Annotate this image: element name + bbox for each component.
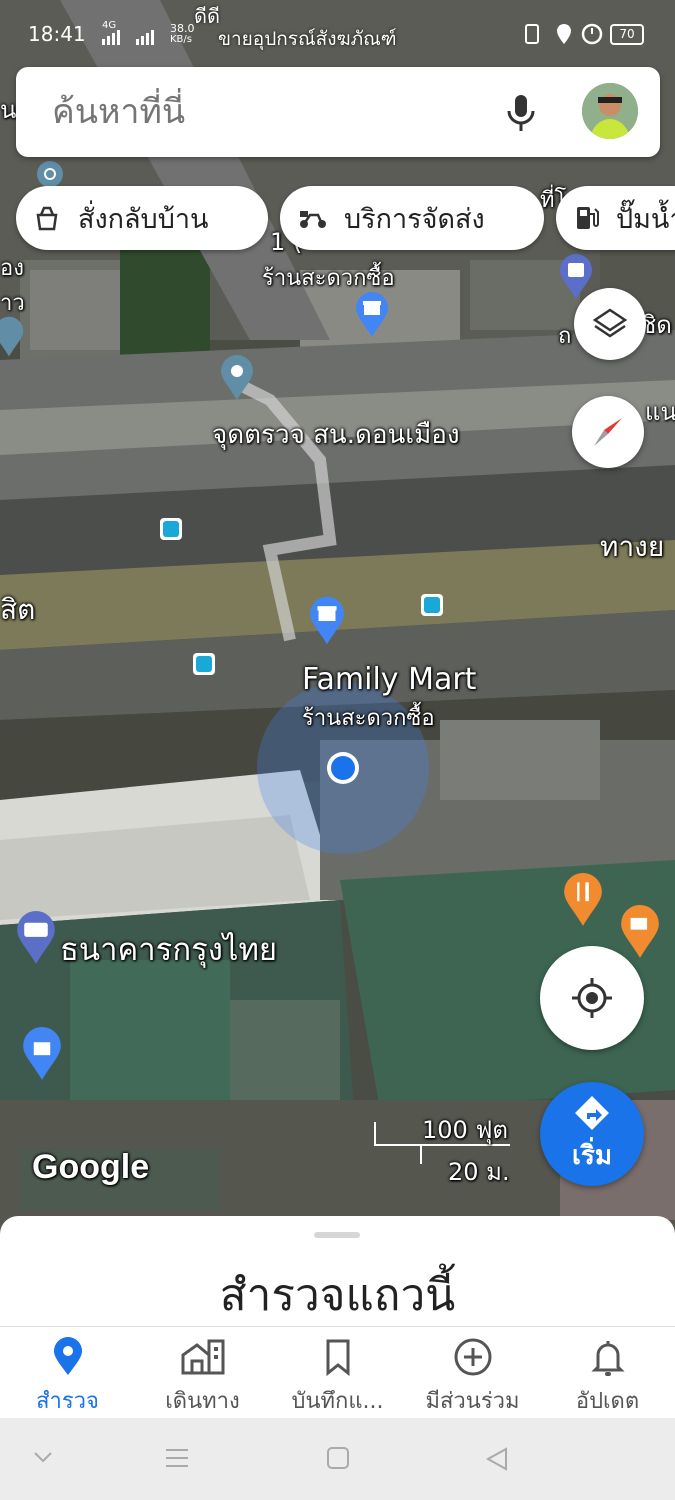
map-label-edge-right-2: แน: [645, 398, 675, 426]
bell-icon: [590, 1341, 625, 1376]
scale-label-feet: 100 ฟุต: [422, 1116, 509, 1144]
chip-gas-station-label: ปั๊มน้ำ: [616, 203, 675, 235]
cafe-pin-icon[interactable]: [620, 904, 660, 960]
home-icon[interactable]: [326, 1446, 350, 1470]
takeout-icon: [36, 206, 58, 231]
search-input[interactable]: [52, 87, 472, 137]
status-bar: 18:41 4G 38.0 KB/s ดีดี ขายอุปกรณ์สังฆภั…: [0, 0, 675, 66]
avatar[interactable]: [582, 83, 638, 139]
bus-stop-icon[interactable]: [193, 653, 215, 675]
my-location-icon: [572, 978, 612, 1018]
back-icon[interactable]: [484, 1446, 510, 1472]
nav-saved[interactable]: บันทึกแ...: [270, 1327, 405, 1419]
status-icons: [525, 23, 603, 45]
map-label-edge-left-2: าว: [0, 291, 25, 316]
store-pin-icon[interactable]: [355, 292, 389, 338]
gas-station-icon: [577, 207, 599, 229]
nav-saved-label: บันทึกแ...: [291, 1389, 384, 1414]
nav-commute[interactable]: เดินทาง: [135, 1327, 270, 1419]
battery-icon: 70: [610, 24, 644, 45]
place-pin-icon[interactable]: [220, 355, 254, 401]
search-bar[interactable]: [16, 67, 660, 157]
location-pin-icon: [53, 1337, 82, 1375]
atm-pin-icon[interactable]: [559, 254, 593, 300]
sheet-title: สำรวจแถวนี้: [219, 1270, 456, 1321]
map-label-edge-left-1: อง: [0, 256, 24, 281]
chip-delivery[interactable]: บริการจัดส่ง: [280, 186, 544, 250]
map-label-checkpoint[interactable]: จุดตรวจ สน.ดอนเมือง: [212, 414, 460, 455]
system-navigation-bar: [0, 1418, 675, 1500]
compass-icon: [594, 418, 622, 446]
bottom-navigation: สำรวจ เดินทาง บันทึกแ... มีส่วนร่วม อัปเ…: [0, 1326, 675, 1419]
explore-bottom-sheet[interactable]: สำรวจแถวนี้: [0, 1216, 675, 1336]
start-navigation-button[interactable]: เริ่ม: [540, 1082, 644, 1186]
chevron-down-icon[interactable]: [32, 1450, 54, 1464]
sheet-drag-handle[interactable]: [314, 1232, 360, 1238]
layers-button[interactable]: [574, 288, 646, 360]
delivery-scooter-icon: [300, 211, 326, 228]
family-mart-pin-icon[interactable]: [309, 596, 345, 646]
battery-level: 70: [619, 27, 635, 41]
nav-explore[interactable]: สำรวจ: [0, 1327, 135, 1419]
directions-icon: [575, 1095, 609, 1130]
nav-explore-label: สำรวจ: [36, 1389, 99, 1414]
my-location-button[interactable]: [540, 946, 644, 1050]
microphone-icon[interactable]: [504, 93, 538, 133]
bookmark-icon: [326, 1339, 349, 1377]
chip-delivery-label: บริการจัดส่ง: [344, 203, 485, 235]
google-logo: Google: [32, 1148, 150, 1186]
chip-gas-station[interactable]: ปั๊มน้ำ: [556, 186, 675, 250]
menu-icon[interactable]: [164, 1446, 190, 1470]
status-speed-unit: KB/s: [170, 34, 192, 45]
layers-icon: [592, 308, 628, 338]
nav-commute-label: เดินทาง: [165, 1389, 240, 1414]
chip-takeout-label: สั่งกลับบ้าน: [78, 203, 209, 235]
map-label-edge-left-3: สิต: [0, 593, 36, 626]
nav-updates[interactable]: อัปเดต: [540, 1327, 675, 1419]
map-label-edge-right-5: ถ: [558, 324, 572, 349]
chip-takeout[interactable]: สั่งกลับบ้าน: [16, 186, 268, 250]
compass-button[interactable]: [572, 396, 644, 468]
map-label-top-name: ดีดี: [194, 4, 220, 28]
nav-updates-label: อัปเดต: [575, 1389, 640, 1414]
restaurant-pin-icon[interactable]: [563, 872, 603, 928]
map-label-edge-right-3: ทางย: [600, 530, 665, 563]
map-label-bank[interactable]: ธนาคารกรุงไทย: [60, 924, 277, 974]
nav-contribute[interactable]: มีส่วนร่วม: [405, 1327, 540, 1419]
bus-stop-icon[interactable]: [160, 518, 182, 540]
nav-contribute-label: มีส่วนร่วม: [425, 1389, 520, 1414]
edge-pin-icon[interactable]: [0, 316, 24, 358]
bank-pin-icon[interactable]: [16, 910, 56, 966]
map-label-store-top[interactable]: ร้านสะดวกซื้อ: [262, 260, 395, 295]
map-label-top-shop: ขายอุปกรณ์สังฆภัณฑ์: [218, 28, 397, 50]
map-label-family-mart[interactable]: Family Mart: [302, 662, 476, 697]
harbor-pin-icon[interactable]: [36, 160, 64, 188]
map-label-edge-left-top: น: [0, 96, 17, 124]
shopping-pin-icon[interactable]: [22, 1026, 62, 1082]
status-time: 18:41: [28, 22, 86, 46]
scale-label-meters: 20 ม.: [448, 1158, 510, 1186]
bus-stop-icon[interactable]: [421, 594, 443, 616]
add-circle-icon: [454, 1338, 491, 1376]
commute-icon: [181, 1339, 224, 1375]
map-label-family-mart-sub: ร้านสะดวกซื้อ: [302, 706, 435, 731]
signal-icon: [102, 30, 154, 45]
start-navigation-label: เริ่ม: [572, 1140, 612, 1171]
